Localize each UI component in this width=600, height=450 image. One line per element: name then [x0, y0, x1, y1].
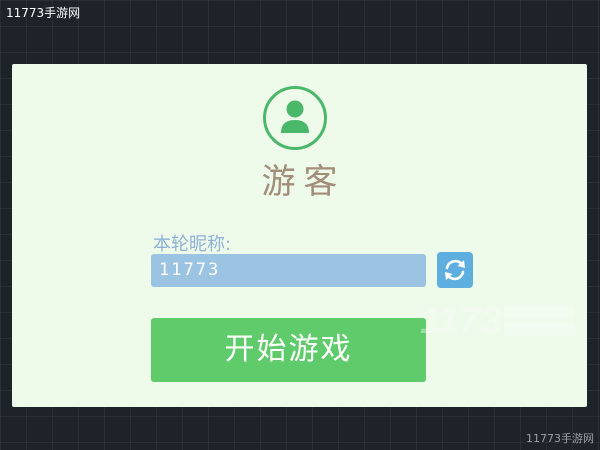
guest-avatar: [263, 86, 327, 150]
watermark-bottom: 11773手游网: [526, 432, 594, 445]
nickname-label: 本轮昵称:: [153, 234, 232, 255]
user-icon: [281, 100, 309, 133]
start-game-button[interactable]: 开始游戏: [151, 318, 426, 382]
login-panel: 游客 本轮昵称: 11773 开始游戏: [12, 64, 587, 407]
watermark-top: 11773手游网: [6, 6, 81, 20]
refresh-icon: [445, 259, 465, 281]
svg-text:1173: 1173: [420, 300, 502, 342]
nickname-field[interactable]: 11773: [151, 254, 426, 287]
refresh-nickname-button[interactable]: [437, 252, 473, 288]
site-watermark-logo: 1173: [420, 300, 574, 342]
guest-title: 游客: [261, 162, 346, 202]
